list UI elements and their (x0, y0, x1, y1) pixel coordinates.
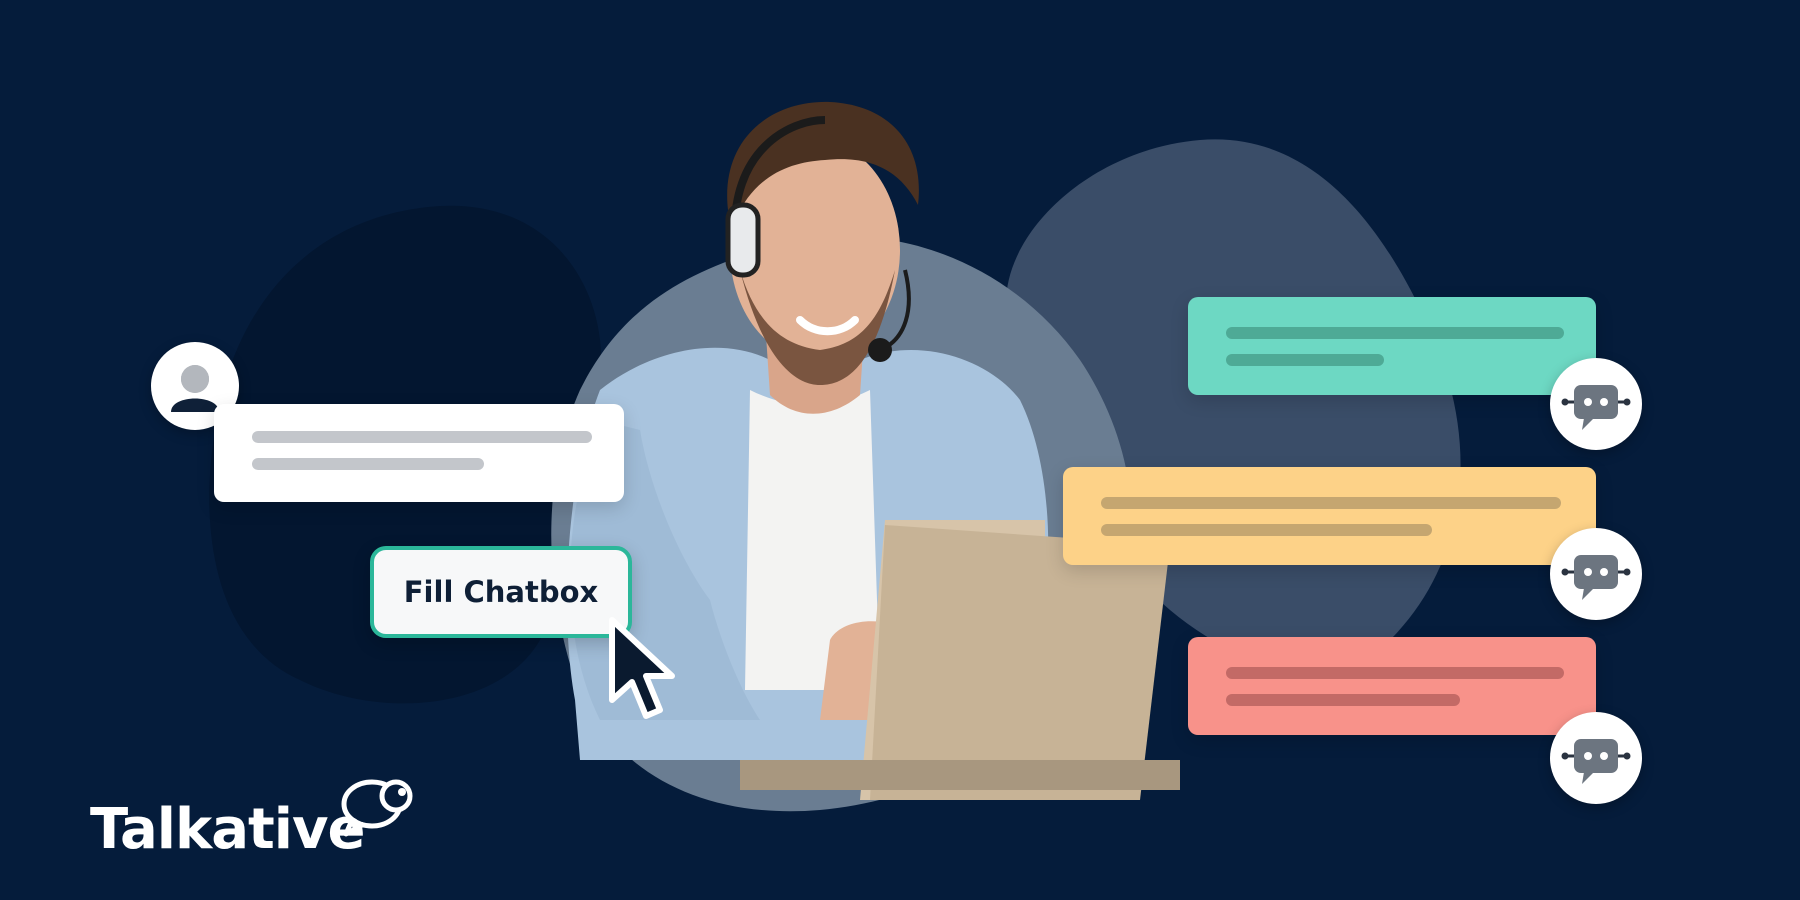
hero-banner: Fill Chatbox Talkative (0, 0, 1800, 900)
bot-reply-bubble-red (1188, 637, 1596, 735)
customer-message-bubble (214, 404, 624, 502)
chatbot-icon (1561, 385, 1631, 430)
message-placeholder-line (1226, 694, 1460, 706)
chat-bubbles-logo-icon (341, 779, 413, 837)
message-placeholder-line (252, 458, 484, 470)
brand-logo: Talkative (90, 768, 413, 862)
message-placeholder-line (1226, 354, 1384, 366)
bot-avatar (1550, 358, 1642, 450)
bot-avatar (1550, 712, 1642, 804)
message-placeholder-line (1226, 327, 1564, 339)
bot-reply-bubble-yellow (1063, 467, 1596, 565)
message-placeholder-line (1226, 667, 1564, 679)
fill-chatbox-button[interactable]: Fill Chatbox (370, 546, 632, 638)
chatbot-icon (1561, 739, 1631, 784)
mouse-cursor-icon (609, 617, 675, 719)
brand-name: Talkative (90, 797, 365, 862)
message-placeholder-line (1101, 497, 1561, 509)
bot-reply-bubble-teal (1188, 297, 1596, 395)
message-placeholder-line (1101, 524, 1432, 536)
bot-avatar (1550, 528, 1642, 620)
chatbot-icon (1561, 555, 1631, 600)
message-placeholder-line (252, 431, 592, 443)
